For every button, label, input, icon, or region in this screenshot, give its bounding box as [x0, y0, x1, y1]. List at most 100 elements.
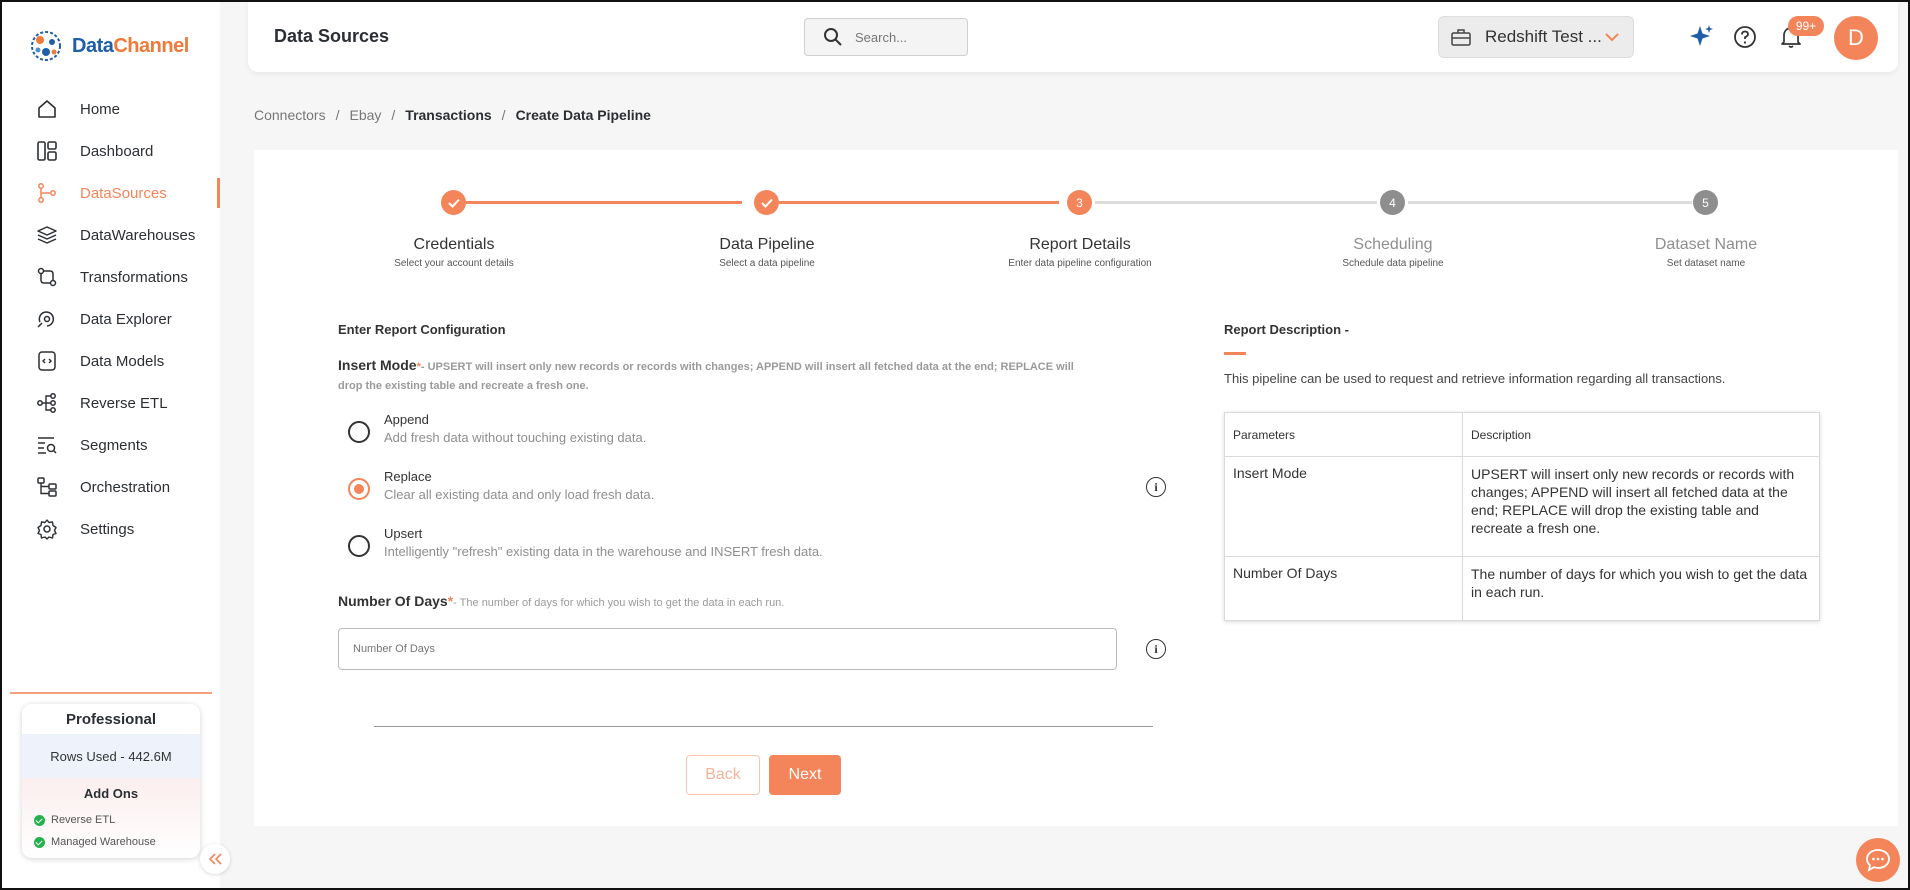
search-input[interactable] [855, 29, 945, 45]
radio-title: Upsert [384, 526, 423, 541]
table-row: Number Of Days The number of days for wh… [1224, 556, 1820, 621]
check-icon [447, 198, 460, 208]
step-4-pending: 4 [1380, 190, 1405, 215]
radio-option-append[interactable]: Append Add fresh data without touching e… [348, 412, 646, 445]
step-title: Credentials [413, 236, 495, 253]
sidebar-item-label: Home [80, 100, 121, 118]
sidebar: DataChannel Home Dashboard DataSources D… [2, 2, 220, 888]
home-icon [36, 98, 58, 120]
collapse-sidebar-button[interactable] [200, 844, 230, 874]
radio-button[interactable] [348, 535, 370, 557]
settings-icon [36, 518, 58, 540]
sidebar-item-dashboard[interactable]: Dashboard [2, 130, 220, 172]
breadcrumb-connectors[interactable]: Connectors [254, 107, 326, 123]
addons-section: Add Ons Reverse ETL Managed Warehouse [22, 778, 200, 858]
workspace-selector[interactable]: Redshift Test ... [1438, 16, 1634, 58]
notification-badge: 99+ [1788, 16, 1824, 36]
radio-option-replace[interactable]: Replace Clear all existing data and only… [348, 469, 654, 502]
logo[interactable]: DataChannel [26, 26, 189, 66]
transformations-icon [36, 266, 58, 288]
plan-card: Professional Rows Used - 442.6M Add Ons … [22, 704, 200, 858]
radio-option-upsert[interactable]: Upsert Intelligently "refresh" existing … [348, 526, 823, 559]
radio-button[interactable] [348, 421, 370, 443]
form-divider [374, 726, 1153, 727]
sidebar-item-label: DataSources [80, 184, 167, 202]
logo-icon [31, 31, 61, 61]
radio-button[interactable] [348, 478, 370, 500]
addon-item: Managed Warehouse [22, 831, 200, 853]
step-title: Report Details [1029, 236, 1131, 253]
number-of-days-label: Number Of Days*- The number of days for … [338, 593, 784, 609]
search-icon [824, 28, 842, 46]
breadcrumb-current: Create Data Pipeline [515, 107, 651, 123]
sidebar-item-label: Data Models [80, 352, 165, 370]
table-cell: Number Of Days [1224, 556, 1463, 621]
chat-support-button[interactable] [1856, 838, 1900, 882]
number-of-days-info-icon[interactable]: i [1146, 639, 1166, 659]
plan-title: Professional [65, 710, 157, 728]
avatar[interactable]: D [1834, 16, 1878, 60]
sidebar-item-label: Data Explorer [80, 310, 172, 328]
breadcrumb-ebay[interactable]: Ebay [349, 107, 381, 123]
sidebar-nav: Home Dashboard DataSources DataWarehouse… [2, 88, 220, 550]
step-title: Scheduling [1353, 236, 1433, 253]
sidebar-item-transformations[interactable]: Transformations [2, 256, 220, 298]
step-connector [1408, 201, 1692, 204]
radio-description: Clear all existing data and only load fr… [384, 487, 655, 502]
step-subtitle: Set dataset name [1666, 258, 1746, 269]
report-description-title: Report Description - [1224, 322, 1349, 337]
breadcrumb-separator: / [335, 107, 340, 123]
datawarehouses-icon [36, 224, 58, 246]
step-connector [1095, 201, 1377, 204]
table-row: Insert Mode UPSERT will insert only new … [1224, 456, 1820, 557]
sidebar-item-data-explorer[interactable]: Data Explorer [2, 298, 220, 340]
sidebar-item-reverse-etl[interactable]: Reverse ETL [2, 382, 220, 424]
insert-mode-info-icon[interactable]: i [1146, 477, 1166, 497]
addons-title: Add Ons [83, 786, 139, 801]
next-button[interactable]: Next [769, 755, 841, 795]
field-label: Insert Mode [338, 357, 417, 373]
breadcrumb-transactions[interactable]: Transactions [405, 107, 491, 123]
sidebar-item-segments[interactable]: Segments [2, 424, 220, 466]
help-button[interactable] [1732, 24, 1758, 50]
field-hint: - UPSERT will insert only new records or… [338, 361, 1074, 392]
column-header: Parameters [1224, 412, 1463, 457]
sidebar-item-home[interactable]: Home [2, 88, 220, 130]
sparkle-icon [1690, 25, 1713, 46]
radio-title: Append [384, 412, 429, 427]
sidebar-item-data-models[interactable]: Data Models [2, 340, 220, 382]
radio-description: Add fresh data without touching existing… [384, 430, 647, 445]
sidebar-item-label: Transformations [80, 268, 188, 286]
parameters-table: Parameters Description Insert Mode UPSER… [1224, 412, 1820, 621]
table-header-row: Parameters Description [1224, 412, 1820, 457]
addon-label: Managed Warehouse [51, 836, 156, 848]
ai-sparkle-button[interactable] [1688, 24, 1714, 50]
addon-label: Reverse ETL [51, 814, 116, 826]
sidebar-item-label: Segments [80, 436, 148, 454]
number-of-days-input[interactable] [338, 628, 1117, 670]
section-title: Enter Report Configuration [338, 322, 506, 337]
breadcrumb-separator: / [501, 107, 506, 123]
breadcrumb: Connectors / Ebay / Transactions / Creat… [254, 107, 651, 123]
orchestration-icon [36, 476, 58, 498]
step-3-current: 3 [1067, 190, 1092, 215]
sidebar-item-orchestration[interactable]: Orchestration [2, 466, 220, 508]
sidebar-item-settings[interactable]: Settings [2, 508, 220, 550]
step-subtitle: Schedule data pipeline [1342, 258, 1444, 269]
step-subtitle: Enter data pipeline configuration [1008, 258, 1152, 269]
workspace-name: Redshift Test ... [1485, 27, 1602, 46]
briefcase-icon [1451, 29, 1471, 46]
back-button[interactable]: Back [686, 755, 760, 795]
logo-text: DataChannel [72, 34, 189, 57]
sidebar-divider [10, 692, 212, 694]
segments-icon [36, 434, 58, 456]
sidebar-item-datasources[interactable]: DataSources [2, 172, 220, 214]
sidebar-item-datawarehouses[interactable]: DataWarehouses [2, 214, 220, 256]
sidebar-item-label: DataWarehouses [80, 226, 196, 244]
field-hint: - The number of days for which you wish … [453, 597, 785, 609]
radio-description: Intelligently "refresh" existing data in… [384, 544, 823, 559]
step-connector [466, 201, 742, 204]
search-box[interactable] [804, 18, 968, 56]
table-cell: UPSERT will insert only new records or r… [1462, 456, 1820, 557]
rows-used: Rows Used - 442.6M [22, 734, 200, 778]
